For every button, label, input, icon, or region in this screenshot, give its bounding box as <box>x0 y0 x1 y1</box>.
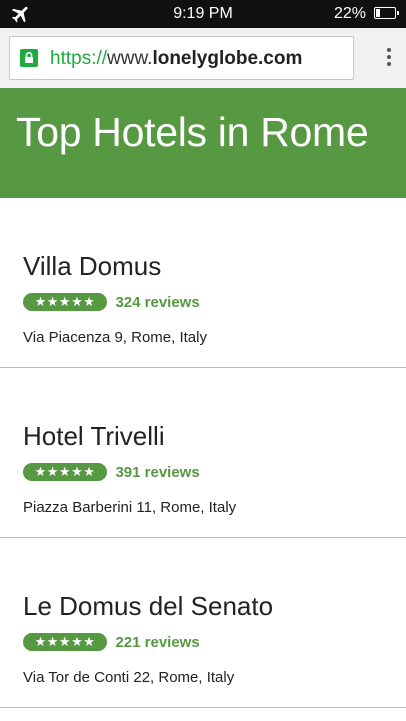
hotel-address: Via Tor de Conti 22, Rome, Italy <box>23 669 235 686</box>
star-rating-badge: ★★★★★ <box>23 633 107 651</box>
more-vert-icon[interactable] <box>386 48 392 70</box>
star-rating-badge: ★★★★★ <box>23 463 107 481</box>
hotel-listing-villa-domus[interactable]: Villa Domus ★★★★★ 324 reviews Via Piacen… <box>0 198 406 368</box>
url-scheme: https:// <box>50 48 108 69</box>
url-text[interactable]: https://www.lonelyglobe.com <box>50 48 302 70</box>
url-host: lonelyglobe.com <box>152 48 303 69</box>
hotel-name[interactable]: Villa Domus <box>23 251 161 282</box>
review-count-link[interactable]: 324 reviews <box>115 294 199 311</box>
lock-icon <box>20 49 38 67</box>
hotel-name[interactable]: Le Domus del Senato <box>23 591 273 622</box>
hotel-listing-hotel-trivelli[interactable]: Hotel Trivelli ★★★★★ 391 reviews Piazza … <box>0 368 406 538</box>
hotel-rating: ★★★★★ 221 reviews <box>23 633 200 653</box>
url-prefix: www. <box>107 48 153 69</box>
page-header: Top Hotels in Rome <box>0 88 406 198</box>
hotel-rating: ★★★★★ 391 reviews <box>23 463 200 483</box>
review-count-link[interactable]: 391 reviews <box>115 464 199 481</box>
hotel-address: Via Piacenza 9, Rome, Italy <box>23 329 207 346</box>
hotel-address: Piazza Barberini 11, Rome, Italy <box>23 499 237 516</box>
hotel-listing-le-domus-del-senato[interactable]: Le Domus del Senato ★★★★★ 221 reviews Vi… <box>0 538 406 708</box>
address-bar[interactable]: https://www.lonelyglobe.com <box>9 36 354 80</box>
browser-toolbar: https://www.lonelyglobe.com <box>0 28 406 88</box>
star-rating-badge: ★★★★★ <box>23 293 107 311</box>
battery-icon <box>374 7 399 19</box>
page-title: Top Hotels in Rome <box>16 109 369 155</box>
review-count-link[interactable]: 221 reviews <box>115 634 199 651</box>
battery-fill <box>376 9 381 17</box>
status-bar: 9:19 PM 22% <box>0 0 406 28</box>
hotel-name[interactable]: Hotel Trivelli <box>23 421 165 452</box>
hotel-rating: ★★★★★ 324 reviews <box>23 293 200 313</box>
battery-percent: 22% <box>333 5 366 22</box>
